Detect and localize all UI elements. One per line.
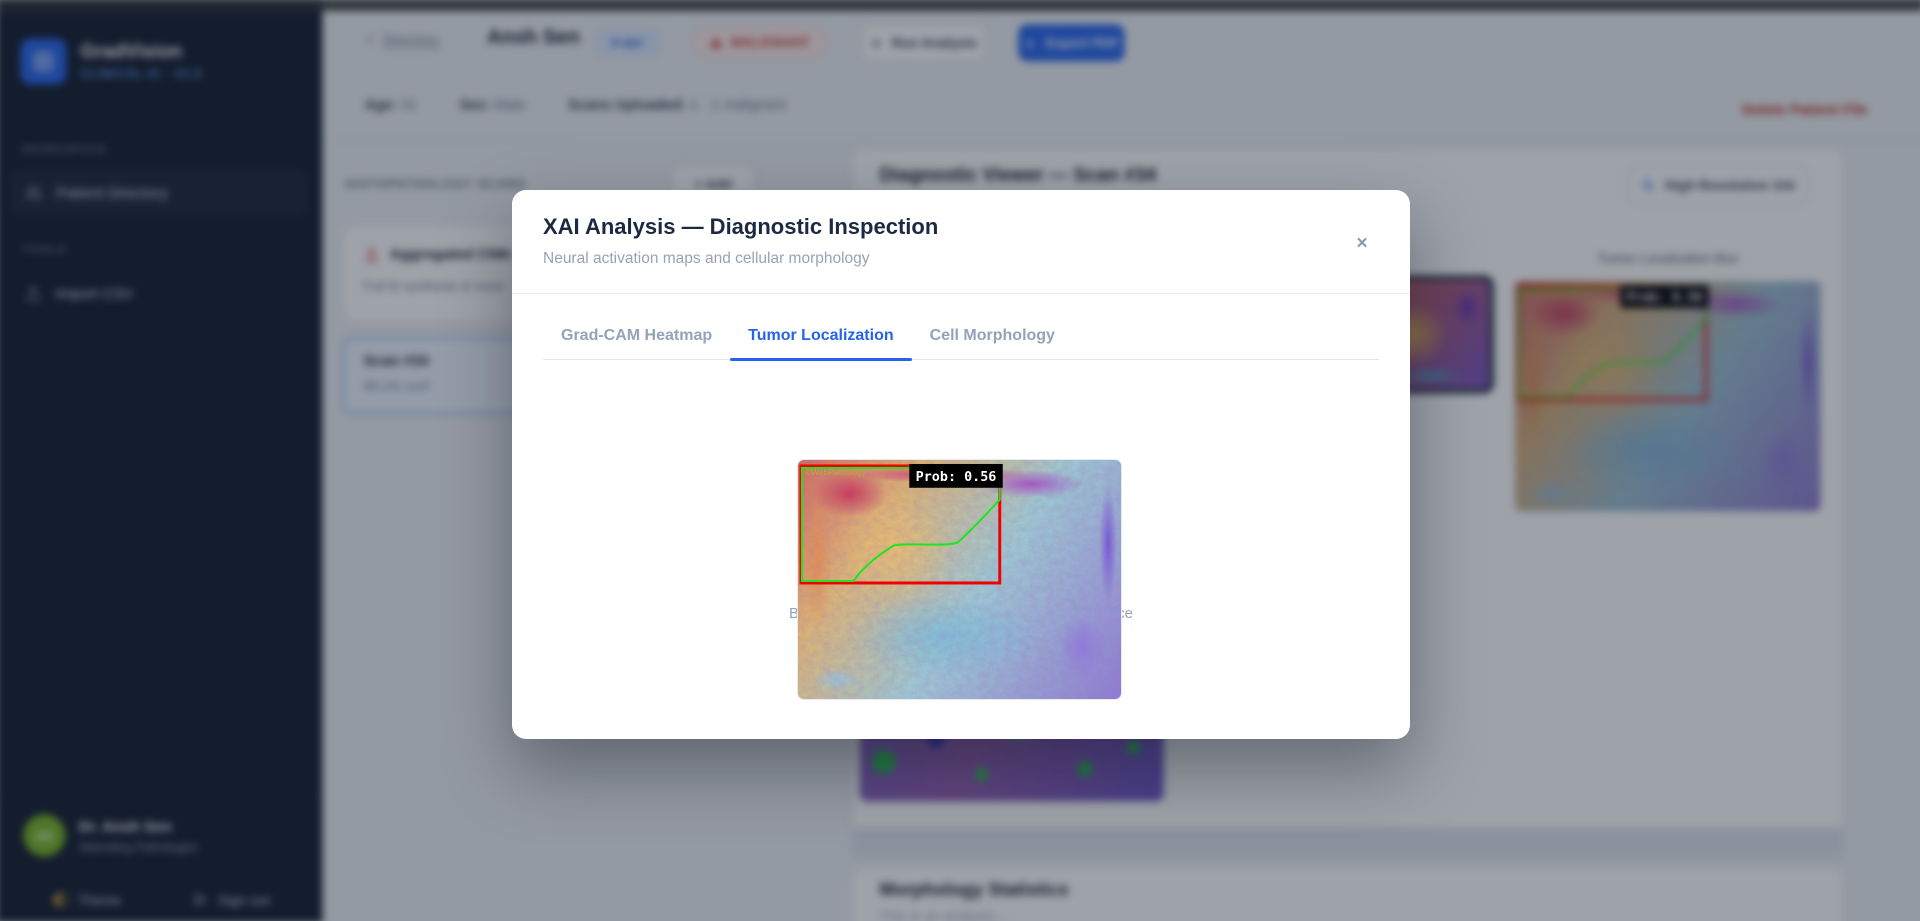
tab-tumor-localization[interactable]: Tumor Localization xyxy=(730,318,913,361)
probability-label: Prob: 0.56 xyxy=(916,470,997,485)
modal-header-divider xyxy=(512,293,1410,294)
tumor-localization-image: Prob: 0.56 ©WebPathology xyxy=(797,459,1122,700)
tab-gradcam-heatmap[interactable]: Grad-CAM Heatmap xyxy=(543,318,730,359)
bounding-box-overlay: Prob: 0.56 ©WebPathology xyxy=(798,460,1121,699)
modal-tabs: Grad-CAM Heatmap Tumor Localization Cell… xyxy=(543,318,1379,361)
tab-cell-morphology[interactable]: Cell Morphology xyxy=(912,318,1073,359)
close-icon[interactable]: × xyxy=(1346,228,1378,260)
modal-subtitle: Neural activation maps and cellular morp… xyxy=(543,250,870,267)
app-root: GradVision CLINICAL AI · V2.0 WORKSPACE … xyxy=(0,0,1920,921)
watermark-text: ©WebPathology xyxy=(805,467,867,477)
modal-title: XAI Analysis — Diagnostic Inspection xyxy=(543,214,939,239)
xai-analysis-modal: XAI Analysis — Diagnostic Inspection Neu… xyxy=(512,190,1410,739)
